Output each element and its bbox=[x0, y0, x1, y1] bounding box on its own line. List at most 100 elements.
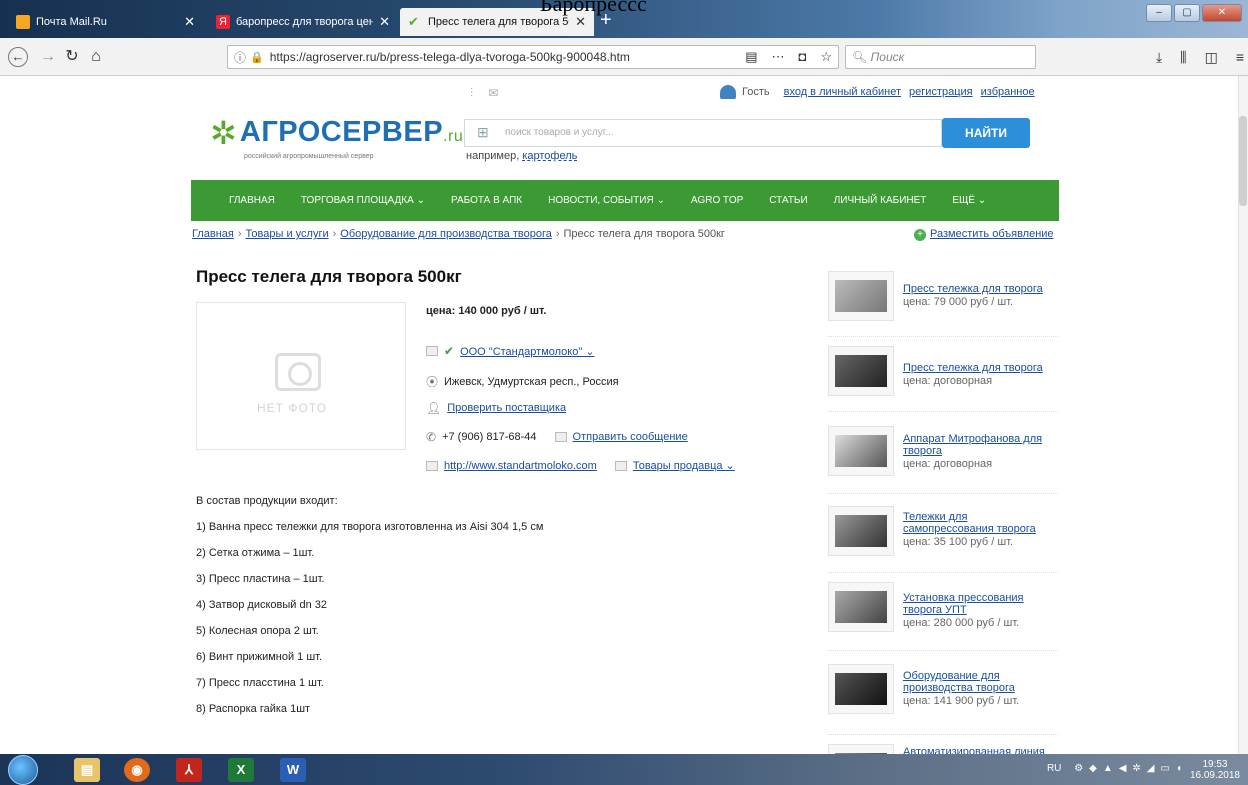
find-button[interactable]: НАЙТИ bbox=[942, 118, 1030, 148]
library-icon[interactable]: ⫼ bbox=[1180, 49, 1186, 66]
related-title-link[interactable]: Аппарат Митрофанова для творога bbox=[903, 433, 1053, 457]
maximize-button[interactable]: ▢ bbox=[1174, 4, 1200, 22]
supplier-check-icon: 👤︎ bbox=[426, 401, 442, 415]
location-pin-icon: ⦿ bbox=[426, 375, 439, 389]
explorer-icon[interactable]: ▤ bbox=[74, 758, 100, 782]
example-link[interactable]: картофель bbox=[522, 150, 577, 162]
seller-goods-link[interactable]: Товары продавца ⌄ bbox=[633, 459, 735, 472]
start-button[interactable] bbox=[8, 755, 38, 785]
related-title-link[interactable]: Пресс тележка для творога bbox=[903, 362, 1053, 374]
menu-item-agrotop[interactable]: AGRO TOP bbox=[691, 195, 743, 206]
related-title-link[interactable]: Пресс тележка для творога bbox=[903, 283, 1053, 295]
guest-text: Гость bbox=[742, 86, 770, 98]
related-title-link[interactable]: Установка прессования творога УПТ bbox=[903, 592, 1053, 616]
download-icon[interactable]: ⤓ bbox=[1156, 49, 1162, 66]
related-title-link[interactable]: Автоматизированная линия bbox=[903, 746, 1053, 754]
info-icon[interactable]: ⓘ bbox=[234, 49, 246, 66]
forward-icon[interactable]: → bbox=[38, 47, 58, 67]
product-photo-placeholder: НЕТ ФОТО bbox=[196, 302, 406, 450]
lock-icon: 🔒 bbox=[250, 51, 264, 64]
excel-icon[interactable]: X bbox=[228, 758, 254, 782]
related-thumb[interactable] bbox=[828, 426, 894, 476]
product-price: цена: 140 000 руб / шт. bbox=[426, 305, 547, 317]
related-title-link[interactable]: Оборудование для производства творога bbox=[903, 670, 1053, 694]
page-scrollbar[interactable] bbox=[1238, 76, 1248, 754]
description-line: 4) Затвор дисковый dn 32 bbox=[196, 599, 328, 611]
breadcrumb-equipment[interactable]: Оборудование для производства творога bbox=[340, 228, 552, 240]
user-icon bbox=[720, 85, 736, 99]
logo-flower-icon: ✲ bbox=[210, 114, 237, 151]
site-search-input[interactable]: ⊞ поиск товаров и услуг... bbox=[464, 119, 942, 147]
check-supplier-link[interactable]: Проверить поставщика bbox=[447, 402, 566, 414]
related-thumb[interactable] bbox=[828, 664, 894, 714]
page-actions-icon[interactable]: ⋯ bbox=[771, 49, 784, 65]
reload-icon[interactable]: ↻ bbox=[62, 47, 82, 67]
company-link[interactable]: ООО "Стандартмолоко" ⌄ bbox=[460, 345, 594, 358]
description-line: 8) Распорка гайка 1шт bbox=[196, 703, 311, 715]
breadcrumb-home[interactable]: Главная bbox=[192, 228, 234, 240]
no-photo-label: НЕТ ФОТО bbox=[257, 401, 327, 415]
menu-item-cabinet[interactable]: ЛИЧНЫЙ КАБИНЕТ bbox=[834, 195, 927, 206]
category-icon[interactable]: ⊞ bbox=[477, 124, 489, 141]
bookmark-star-icon[interactable]: ☆ bbox=[820, 49, 832, 65]
close-window-button[interactable]: ✕ bbox=[1202, 4, 1242, 22]
description-line: 2) Сетка отжима – 1шт. bbox=[196, 547, 315, 559]
related-thumb[interactable] bbox=[828, 582, 894, 632]
close-icon[interactable]: ✕ bbox=[379, 14, 390, 30]
search-icon: 🔍︎ bbox=[852, 50, 868, 64]
menu-item-jobs[interactable]: РАБОТА В АПК bbox=[451, 195, 522, 206]
related-thumb[interactable] bbox=[828, 506, 894, 556]
menu-item-news[interactable]: НОВОСТИ, СОБЫТИЯ ⌄ bbox=[548, 195, 665, 206]
back-icon[interactable]: ← bbox=[8, 47, 28, 67]
acrobat-icon[interactable]: ⅄ bbox=[176, 758, 202, 782]
pocket-icon[interactable]: ◘ bbox=[798, 49, 806, 65]
search-input[interactable]: 🔍︎ Поиск bbox=[845, 45, 1036, 69]
close-icon[interactable]: ✕ bbox=[184, 14, 195, 30]
camera-icon bbox=[275, 353, 321, 391]
breadcrumb-goods[interactable]: Товары и услуги bbox=[246, 228, 329, 240]
tab-mail[interactable]: Почта Mail.Ru ✕ bbox=[8, 8, 203, 36]
tab-title: баропресс для творога цена bbox=[236, 16, 374, 28]
main-menu: ГЛАВНАЯ ТОРГОВАЯ ПЛОЩАДКА ⌄ РАБОТА В АПК… bbox=[191, 180, 1059, 221]
login-link[interactable]: вход в личный кабинет bbox=[784, 86, 901, 98]
phone-number[interactable]: +7 (906) 817-68-44 bbox=[442, 431, 536, 443]
minimize-button[interactable]: – bbox=[1146, 4, 1172, 22]
post-ad[interactable]: + Разместить объявление bbox=[914, 228, 1054, 241]
contact-row: ✆ +7 (906) 817-68-44 Отправить сообщение bbox=[426, 430, 688, 444]
favorites-link[interactable]: избранное bbox=[981, 86, 1035, 98]
mail-icon[interactable]: ✉ bbox=[488, 86, 498, 100]
stats-icon[interactable]: ⫶ bbox=[470, 86, 473, 100]
agroserver-favicon-icon: ✔ bbox=[408, 14, 419, 29]
related-price: цена: договорная bbox=[903, 375, 993, 387]
related-title-link[interactable]: Тележки для самопрессования творога bbox=[903, 511, 1053, 535]
reader-view-icon[interactable]: ▤ bbox=[745, 49, 757, 65]
register-link[interactable]: регистрация bbox=[909, 86, 973, 98]
tab-search[interactable]: Я баропресс для творога цена ✕ bbox=[208, 8, 398, 36]
language-indicator[interactable]: RU bbox=[1047, 763, 1061, 774]
yandex-favicon-icon: Я bbox=[216, 15, 230, 29]
goods-icon bbox=[614, 460, 627, 471]
website-link[interactable]: http://www.standartmoloko.com bbox=[444, 460, 597, 472]
sidebar-icon[interactable]: ◫ bbox=[1205, 49, 1218, 66]
address-bar[interactable]: ⓘ 🔒 https://agroserver.ru/b/press-telega… bbox=[227, 45, 839, 69]
home-icon[interactable]: ⌂ bbox=[86, 47, 106, 67]
clock[interactable]: 19:53 16.09.2018 bbox=[1190, 759, 1240, 781]
logo-tagline: российский агропромышленный сервер bbox=[244, 153, 374, 160]
word-icon[interactable]: W bbox=[280, 758, 306, 782]
menu-item-articles[interactable]: СТАТЬИ bbox=[769, 195, 807, 206]
related-thumb[interactable] bbox=[828, 271, 894, 321]
firefox-icon[interactable]: ◉ bbox=[124, 758, 150, 782]
menu-item-home[interactable]: ГЛАВНАЯ bbox=[229, 195, 275, 206]
post-ad-link[interactable]: Разместить объявление bbox=[930, 228, 1054, 240]
send-message-link[interactable]: Отправить сообщение bbox=[573, 431, 688, 443]
site-logo[interactable]: ✲ АГРОСЕРВЕР.ru российский агропромышлен… bbox=[210, 114, 463, 160]
menu-item-more[interactable]: ЕЩЁ ⌄ bbox=[952, 195, 986, 206]
breadcrumb: Главная › Товары и услуги › Оборудование для… bbox=[192, 228, 725, 240]
description-line: В состав продукции входит: bbox=[196, 495, 338, 507]
related-thumb[interactable] bbox=[828, 744, 894, 754]
menu-item-marketplace[interactable]: ТОРГОВАЯ ПЛОЩАДКА ⌄ bbox=[301, 195, 425, 206]
related-thumb[interactable] bbox=[828, 346, 894, 396]
scroll-thumb[interactable] bbox=[1239, 116, 1247, 206]
menu-icon[interactable]: ≡ bbox=[1236, 49, 1244, 66]
tray-icons[interactable]: ⚙◆▲◀✲◢▭◖ bbox=[1074, 763, 1188, 774]
